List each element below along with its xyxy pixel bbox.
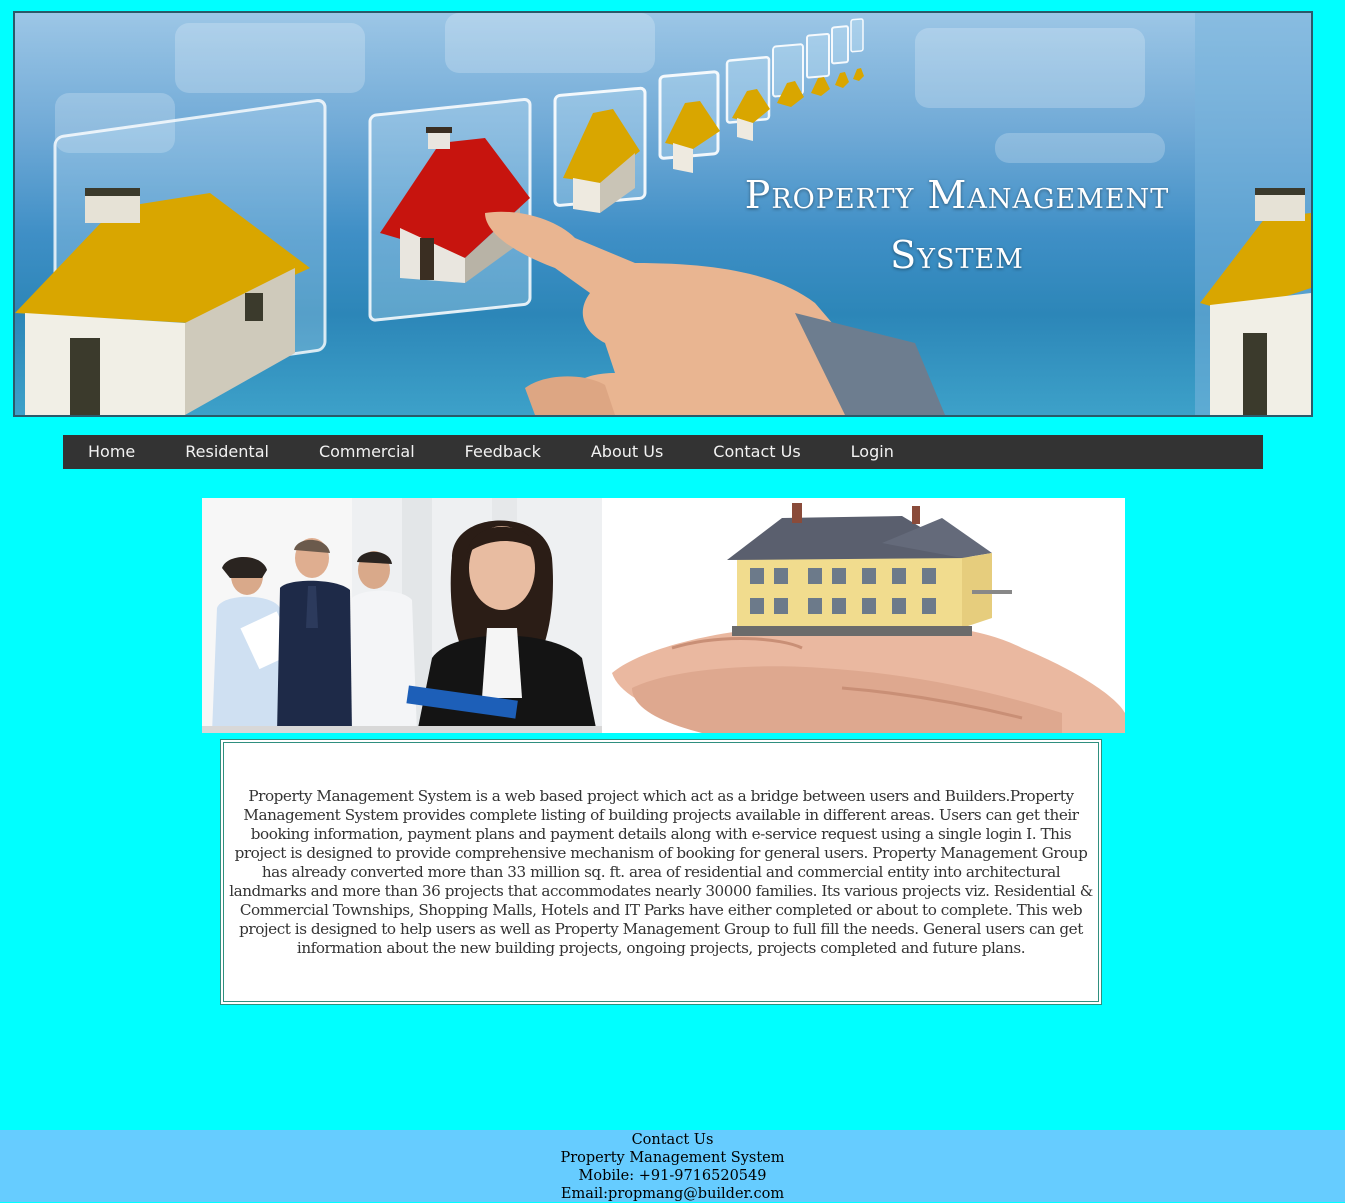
hero-image (202, 498, 1125, 733)
nav-home[interactable]: Home (63, 435, 160, 469)
nav-login[interactable]: Login (826, 435, 919, 469)
site-title: Property Management System (727, 165, 1187, 285)
footer-email: Email:propmang@builder.com (560, 1186, 785, 1202)
footer-company: Property Management System (560, 1150, 785, 1166)
description-panel-inner: Property Management System is a web base… (223, 742, 1099, 1002)
header-banner: Property Management System (13, 11, 1313, 417)
hero-illustration (202, 498, 1125, 733)
nav-about-us[interactable]: About Us (566, 435, 688, 469)
footer-heading: Contact Us (631, 1132, 714, 1148)
nav-commercial[interactable]: Commercial (294, 435, 440, 469)
nav-contact-us[interactable]: Contact Us (688, 435, 825, 469)
description-panel: Property Management System is a web base… (220, 739, 1102, 1005)
nav-feedback[interactable]: Feedback (440, 435, 566, 469)
project-description: Property Management System is a web base… (229, 786, 1093, 957)
footer-mobile: Mobile: +91-9716520549 (578, 1168, 767, 1184)
nav-residental[interactable]: Residental (160, 435, 294, 469)
footer: Contact Us Property Management System Mo… (0, 1130, 1345, 1202)
main-nav: Home Residental Commercial Feedback Abou… (63, 435, 1263, 469)
site-title-line-1: Property Management (744, 173, 1170, 217)
site-title-line-2: System (890, 233, 1024, 277)
